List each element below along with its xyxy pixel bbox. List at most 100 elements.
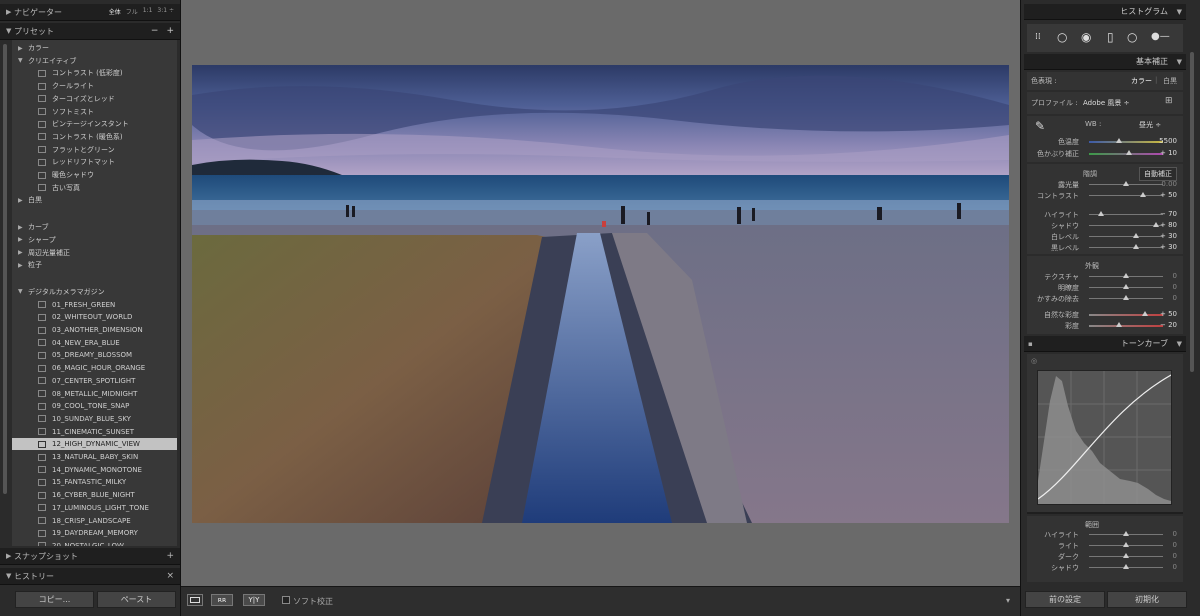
folder-open-triangle-icon[interactable]: ▼ bbox=[18, 288, 23, 295]
preset-item[interactable]: 17_LUMINOUS_LIGHT_TONE bbox=[12, 502, 177, 514]
preset-item[interactable]: ターコイズとレッド bbox=[12, 93, 177, 105]
preset-item[interactable]: レッドリフトマット bbox=[12, 156, 177, 168]
left-scrollbar[interactable] bbox=[2, 40, 8, 546]
preset-item[interactable]: 13_NATURAL_BABY_SKIN bbox=[12, 451, 177, 463]
temp-value[interactable]: 5500 bbox=[1159, 137, 1177, 145]
preset-folder[interactable]: ▶ カラー bbox=[12, 42, 177, 54]
graduated-filter-icon[interactable]: ▯ bbox=[1107, 31, 1114, 43]
profile-browser-icon[interactable]: ⊞ bbox=[1165, 96, 1173, 106]
preset-folder[interactable]: ▶ 白黒 bbox=[12, 194, 177, 206]
zoom-1-1[interactable]: 1:1 bbox=[143, 7, 153, 16]
whites-value[interactable]: + 30 bbox=[1160, 232, 1177, 240]
photo-beach-canal[interactable] bbox=[192, 65, 1009, 523]
add-snapshot-button[interactable]: + bbox=[166, 551, 174, 561]
spot-removal-icon[interactable]: ○ bbox=[1057, 31, 1067, 43]
curve-highlights-value[interactable]: 0 bbox=[1173, 530, 1177, 538]
preset-item[interactable]: 03_ANOTHER_DIMENSION bbox=[12, 324, 177, 336]
preset-item[interactable]: 18_CRISP_LANDSCAPE bbox=[12, 515, 177, 527]
history-header[interactable]: ▼ ヒストリー × bbox=[0, 568, 180, 585]
preset-item[interactable]: ビンテージインスタント bbox=[12, 118, 177, 130]
folder-closed-triangle-icon[interactable]: ▶ bbox=[18, 45, 23, 52]
preset-item[interactable]: 06_MAGIC_HOUR_ORANGE bbox=[12, 362, 177, 374]
tone-curve-header[interactable]: ▪ トーンカーブ ▼ bbox=[1024, 336, 1186, 352]
preset-item[interactable]: 04_NEW_ERA_BLUE bbox=[12, 337, 177, 349]
contrast-slider-track[interactable] bbox=[1089, 195, 1163, 196]
preset-folder[interactable]: ▶ カーブ bbox=[12, 221, 177, 233]
add-preset-button[interactable]: + bbox=[166, 26, 174, 36]
folder-closed-triangle-icon[interactable]: ▶ bbox=[18, 224, 23, 231]
right-scrollbar[interactable] bbox=[1189, 48, 1195, 588]
curve-lights-slider-thumb[interactable] bbox=[1123, 542, 1129, 547]
temp-slider-track[interactable] bbox=[1089, 141, 1163, 143]
blacks-slider-track[interactable] bbox=[1089, 247, 1163, 248]
target-adjust-icon[interactable]: ◎ bbox=[1031, 357, 1037, 365]
clear-history-button[interactable]: × bbox=[166, 571, 174, 581]
loupe-view-button[interactable] bbox=[187, 594, 203, 606]
preset-item[interactable]: 02_WHITEOUT_WORLD bbox=[12, 311, 177, 323]
vibrance-slider-thumb[interactable] bbox=[1141, 311, 1148, 316]
highlights-value[interactable]: − 70 bbox=[1160, 210, 1177, 218]
right-scroll-thumb[interactable] bbox=[1190, 52, 1194, 372]
preset-item[interactable]: 11_CINEMATIC_SUNSET bbox=[12, 426, 177, 438]
whites-slider-thumb[interactable] bbox=[1133, 233, 1140, 238]
preset-folder[interactable]: ▶ シャープ bbox=[12, 234, 177, 246]
preset-item[interactable]: 08_METALLIC_MIDNIGHT bbox=[12, 388, 177, 400]
adjustment-brush-icon[interactable]: ●— bbox=[1151, 31, 1170, 43]
previous-settings-button[interactable]: 前の設定 bbox=[1025, 591, 1105, 608]
folder-closed-triangle-icon[interactable]: ▶ bbox=[18, 249, 23, 256]
contrast-value[interactable]: + 50 bbox=[1160, 191, 1177, 199]
curve-darks-value[interactable]: 0 bbox=[1173, 552, 1177, 560]
reset-button[interactable]: 初期化 bbox=[1107, 591, 1187, 608]
preset-item[interactable]: 14_DYNAMIC_MONOTONE bbox=[12, 464, 177, 476]
preset-item[interactable]: 20_NOSTALGIC_LOW bbox=[12, 540, 177, 546]
crop-tool-icon[interactable]: ⁞⁞ bbox=[1035, 31, 1041, 43]
whites-slider-track[interactable] bbox=[1089, 236, 1163, 237]
preset-item[interactable]: 01_FRESH_GREEN bbox=[12, 299, 177, 311]
zoom-3-1[interactable]: 3:1 ÷ bbox=[157, 7, 174, 16]
left-scroll-thumb[interactable] bbox=[3, 44, 7, 494]
profile-value[interactable]: Adobe 風景 ÷ bbox=[1083, 98, 1129, 108]
preset-item[interactable]: 暖色シャドウ bbox=[12, 169, 177, 181]
preset-item[interactable]: 19_DAYDREAM_MEMORY bbox=[12, 527, 177, 539]
tone-curve-graph[interactable] bbox=[1037, 370, 1172, 505]
preset-item[interactable]: 12_HIGH_DYNAMIC_VIEW bbox=[12, 438, 177, 451]
paste-button[interactable]: ペースト bbox=[97, 591, 176, 608]
preset-folder[interactable]: ▶ 周辺光量補正 bbox=[12, 247, 177, 259]
curve-shadows-slider-thumb[interactable] bbox=[1123, 564, 1129, 569]
folder-closed-triangle-icon[interactable]: ▶ bbox=[18, 197, 23, 204]
preset-item[interactable]: フラットとグリーン bbox=[12, 144, 177, 156]
saturation-slider-track[interactable] bbox=[1089, 325, 1163, 327]
contrast-slider-thumb[interactable] bbox=[1140, 192, 1147, 197]
highlights-slider-thumb[interactable] bbox=[1097, 211, 1104, 216]
preset-item[interactable]: コントラスト (暖色系) bbox=[12, 131, 177, 143]
tint-slider-thumb[interactable] bbox=[1125, 150, 1132, 155]
preset-item[interactable]: 05_DREAMY_BLOSSOM bbox=[12, 349, 177, 361]
saturation-value[interactable]: − 20 bbox=[1160, 321, 1177, 329]
wb-value[interactable]: 昼光 ÷ bbox=[1139, 120, 1161, 130]
preset-item[interactable]: ソフトミスト bbox=[12, 106, 177, 118]
preset-item[interactable]: 10_SUNDAY_BLUE_SKY bbox=[12, 413, 177, 425]
temp-slider-thumb[interactable] bbox=[1115, 138, 1122, 143]
treatment-bw[interactable]: 白黒 bbox=[1163, 76, 1177, 86]
eyedropper-icon[interactable]: ✎ bbox=[1035, 119, 1045, 133]
zoom-fit[interactable]: 全体 bbox=[109, 7, 121, 16]
blacks-value[interactable]: + 30 bbox=[1160, 243, 1177, 251]
before-after-button[interactable]: ʀʀ bbox=[211, 594, 233, 606]
preset-folder[interactable]: ▼ デジタルカメラマガジン bbox=[12, 286, 177, 298]
exposure-slider-thumb[interactable] bbox=[1123, 181, 1129, 186]
curve-darks-slider-thumb[interactable] bbox=[1123, 553, 1129, 558]
saturation-slider-thumb[interactable] bbox=[1115, 322, 1122, 327]
clarity-slider-thumb[interactable] bbox=[1123, 284, 1129, 289]
preset-item[interactable]: 古い写真 bbox=[12, 182, 177, 194]
preset-folder[interactable]: ▼ クリエイティブ bbox=[12, 55, 177, 67]
shadows-slider-thumb[interactable] bbox=[1152, 222, 1159, 227]
preset-item[interactable]: 16_CYBER_BLUE_NIGHT bbox=[12, 489, 177, 501]
preset-item[interactable]: 07_CENTER_SPOTLIGHT bbox=[12, 375, 177, 387]
preset-item[interactable]: 15_FANTASTIC_MILKY bbox=[12, 476, 177, 488]
curve-shadows-value[interactable]: 0 bbox=[1173, 563, 1177, 571]
copy-button[interactable]: コピー... bbox=[15, 591, 94, 608]
folder-closed-triangle-icon[interactable]: ▶ bbox=[18, 236, 23, 243]
radial-filter-icon[interactable]: ○ bbox=[1127, 31, 1137, 43]
toolbar-menu-arrow-icon[interactable]: ▾ bbox=[1006, 596, 1010, 605]
shadows-value[interactable]: + 80 bbox=[1160, 221, 1177, 229]
